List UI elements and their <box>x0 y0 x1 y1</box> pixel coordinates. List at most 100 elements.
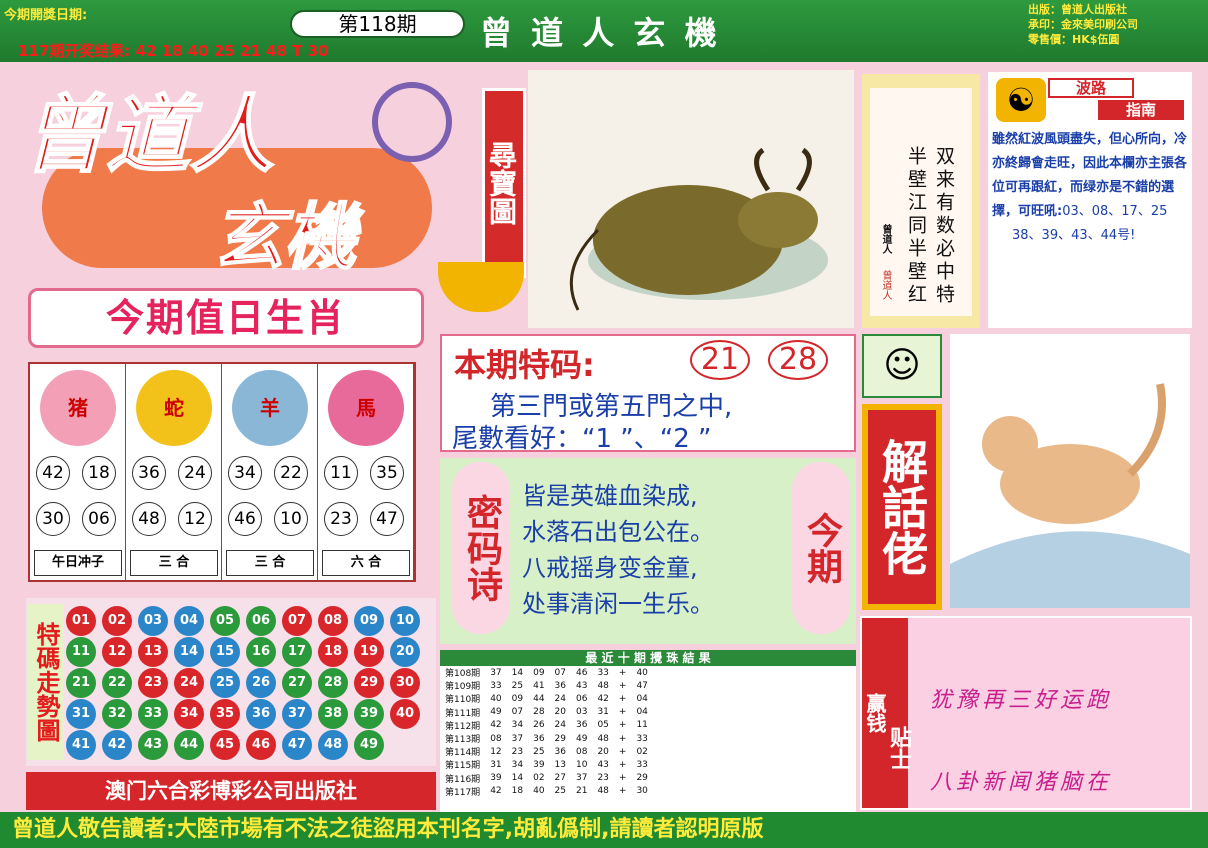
password-lines: 皆是英雄血染成, 水落石出包公在。 八戒摇身变金童, 处事清闲一生乐。 <box>522 478 714 622</box>
history-cell: 13 <box>554 759 566 770</box>
poem-line: 皆是英雄血染成, <box>522 482 698 510</box>
history-cell: + <box>618 786 627 797</box>
trend-ball: 46 <box>246 730 276 760</box>
history-cell: 44 <box>533 693 545 704</box>
history-cell: 36 <box>554 680 566 691</box>
history-cell: 第111期 <box>445 708 481 719</box>
zodiac-number: 11 <box>324 456 358 490</box>
tips-label1: 赢钱 <box>862 618 888 808</box>
history-row: 第112期 42 34 26 24 36 05 +11 <box>440 719 653 732</box>
trend-ball: 11 <box>66 637 96 667</box>
history-cell: 第117期 <box>445 787 481 798</box>
zodiac-animal-icon: 馬 <box>328 370 404 446</box>
history-cell: 02 <box>636 746 648 757</box>
trend-ball: 47 <box>282 730 312 760</box>
zodiac-number: 22 <box>274 456 308 490</box>
history-row: 第111期 49 07 28 20 03 31 +04 <box>440 706 653 719</box>
trend-ball: 28 <box>318 668 348 698</box>
history-cell: 33 <box>636 733 648 744</box>
history-cell: 12 <box>490 746 502 757</box>
brand-title: 曾 道 人 玄 機 <box>480 14 721 52</box>
history-cell: 07 <box>554 667 566 678</box>
history-cell: 11 <box>636 720 648 731</box>
zodiac-column: 蛇 36 24 48 12 三 合 <box>126 364 222 580</box>
trend-ball: 41 <box>66 730 96 760</box>
special-num1: 21 <box>690 340 750 380</box>
trend-ball: 13 <box>138 637 168 667</box>
history-cell: 23 <box>597 773 609 784</box>
zodiac-title: 今期值日生肖 <box>28 288 424 348</box>
wave-numbers1: 03、08、17、25 <box>1062 204 1168 219</box>
wave-red-word: 紅 <box>1044 180 1058 195</box>
history-cell: 48 <box>597 786 609 797</box>
trend-ball: 24 <box>174 668 204 698</box>
jiehua-figure-icon: ☺ <box>862 334 942 398</box>
trend-ball: 15 <box>210 637 240 667</box>
history-cell: + <box>618 667 627 678</box>
history-row: 第117期 42 18 40 25 21 48 +30 <box>440 785 653 798</box>
zodiac-animal-icon: 猪 <box>40 370 116 446</box>
history-cell: 37 <box>576 773 588 784</box>
tiger-icon <box>950 383 1190 608</box>
trend-ball: 25 <box>210 668 240 698</box>
history-cell: 04 <box>636 693 648 704</box>
history-cell: 36 <box>554 746 566 757</box>
wave-title1: 波路 <box>1048 78 1134 98</box>
publisher-line: 出版：曾道人出版社 <box>1028 3 1127 16</box>
zodiac-number: 36 <box>132 456 166 490</box>
special-line2: 尾數看好：“1 ”、“2 ” <box>452 424 712 454</box>
zodiac-number: 48 <box>132 502 166 536</box>
trend-ball: 42 <box>102 730 132 760</box>
trend-ball: 21 <box>66 668 96 698</box>
trend-title: 特碼走勢圖 <box>28 604 64 760</box>
treasure-map-badge: 尋寶圖 <box>482 88 526 278</box>
jiehua-title: 解話佬 <box>862 404 942 610</box>
trend-ball: 43 <box>138 730 168 760</box>
history-cell: + <box>618 680 627 691</box>
history-cell: 第110期 <box>445 695 481 706</box>
history-row: 第109期 33 25 41 36 43 48 +47 <box>440 679 653 693</box>
history-row: 第115期 31 34 39 13 10 43 +33 <box>440 758 653 772</box>
tiger-illustration <box>950 334 1190 608</box>
trend-ball: 34 <box>174 699 204 729</box>
trend-ball: 36 <box>246 699 276 729</box>
trend-ball: 19 <box>354 637 384 667</box>
history-cell: + <box>618 759 627 770</box>
zodiac-column: 馬 11 35 23 47 六 合 <box>318 364 414 580</box>
zodiac-number: 10 <box>274 502 308 536</box>
trend-ball: 38 <box>318 699 348 729</box>
history-cell: 14 <box>511 667 524 678</box>
publisher-info: 出版：曾道人出版社 承印：金來美印刷公司 零售價：HK$伍圓 <box>1028 2 1138 47</box>
history-cell: 31 <box>490 759 502 770</box>
trend-ball: 30 <box>390 668 420 698</box>
logo-line2: 玄機 <box>211 194 357 280</box>
header-bar: 今期開獎日期: 第118期 117期开奖结果: 42 18 40 25 21 4… <box>0 0 1208 62</box>
history-cell: 41 <box>533 680 545 691</box>
history-cell: 36 <box>576 720 588 731</box>
trend-ball: 03 <box>138 606 168 636</box>
poem-side-label: 曾道人 <box>880 224 891 254</box>
history-cell: 25 <box>554 786 566 797</box>
ox-illustration <box>528 70 854 328</box>
zodiac-number: 18 <box>82 456 116 490</box>
wave-text: 雖然紅波風頭盡失，但心所向，冷亦終歸會走旺，因此本欄亦主張各位可再跟紅，而绿亦是… <box>992 128 1190 248</box>
history-cell: 25 <box>533 746 545 757</box>
logo-rings-icon <box>372 82 452 162</box>
tips-label2: 贴士 <box>886 618 911 808</box>
poem-box: 双来有数必中特 半壁江同半壁红 曾道人 曾道人 <box>862 74 980 328</box>
history-cell: + <box>618 746 627 757</box>
password-poem: 密码诗 今期 皆是英雄血染成, 水落石出包公在。 八戒摇身变金童, 处事清闲一生… <box>440 458 856 644</box>
history-cell: 07 <box>511 707 524 718</box>
poem-line: 八戒摇身变金童, <box>522 554 698 582</box>
history-cell: 42 <box>597 693 609 704</box>
zodiac-animal-icon: 羊 <box>232 370 308 446</box>
trend-ball: 01 <box>66 606 96 636</box>
history-cell: 49 <box>576 733 588 744</box>
history-cell: 49 <box>490 707 502 718</box>
history-cell: 42 <box>490 720 502 731</box>
zodiac-number: 06 <box>82 502 116 536</box>
history-cell: + <box>618 707 627 718</box>
history-cell: 23 <box>511 746 524 757</box>
trend-ball: 29 <box>354 668 384 698</box>
history-cell: 第112期 <box>445 721 481 732</box>
